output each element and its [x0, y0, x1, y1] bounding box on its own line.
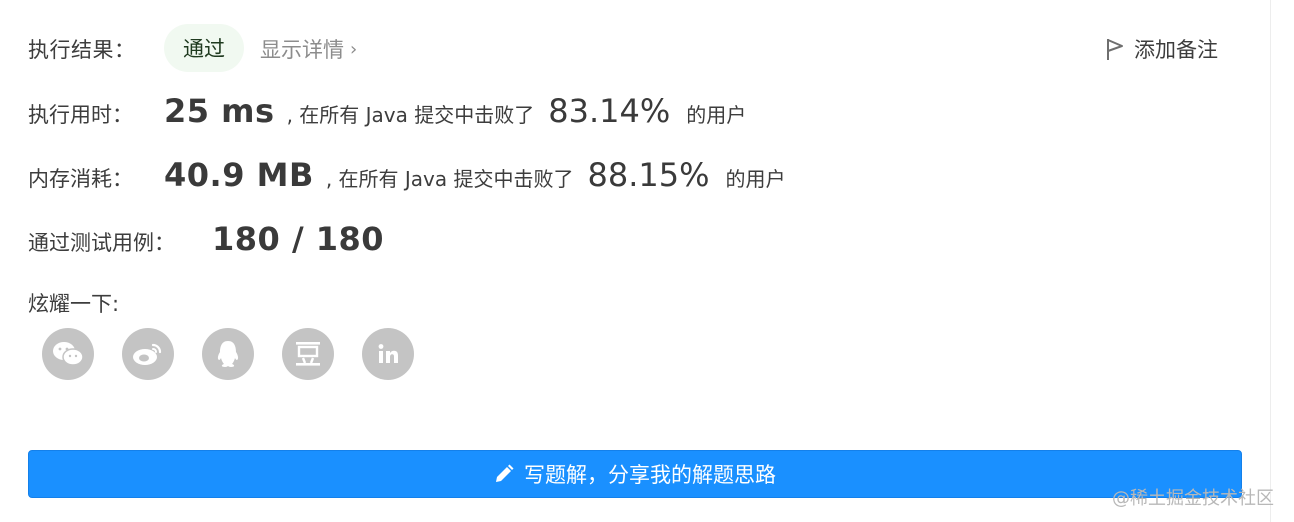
runtime-label: 执行用时： — [28, 103, 133, 127]
runtime-row: 执行用时： 25 ms , 在所有 Java 提交中击败了 83.14% 的用户 — [28, 92, 746, 136]
memory-percentile: 88.15% — [587, 156, 710, 194]
pencil-icon — [496, 464, 514, 482]
panel-divider — [1270, 0, 1271, 522]
testcases-value: 180 / 180 — [212, 220, 385, 258]
write-solution-label: 写题解，分享我的解题思路 — [524, 463, 776, 487]
memory-beat-text: , 在所有 Java 提交中击败了 — [325, 167, 574, 191]
flag-icon — [1107, 39, 1123, 60]
add-note-button[interactable]: 添加备注 — [1106, 34, 1218, 64]
show-details-link[interactable]: 显示详情 › — [260, 34, 357, 64]
wechat-icon[interactable] — [42, 328, 94, 380]
runtime-value: 25 ms — [164, 92, 275, 130]
submission-result-panel: 执行结果： 通过 显示详情 › 添加备注 执行用时： 25 ms , 在所有 J… — [0, 0, 1294, 522]
douban-icon[interactable] — [282, 328, 334, 380]
add-note-label: 添加备注 — [1134, 38, 1218, 62]
watermark: @稀土掘金技术社区 — [1112, 488, 1274, 509]
testcases-label: 通过测试用例： — [28, 231, 175, 255]
status-badge: 通过 — [164, 24, 244, 72]
show-details-label: 显示详情 — [260, 38, 344, 62]
share-icons — [42, 328, 414, 380]
chevron-right-icon: › — [350, 38, 358, 60]
testcases-row: 通过测试用例： 180 / 180 — [28, 220, 384, 264]
weibo-icon[interactable] — [122, 328, 174, 380]
runtime-tail-text: 的用户 — [686, 103, 747, 127]
memory-row: 内存消耗： 40.9 MB , 在所有 Java 提交中击败了 88.15% 的… — [28, 156, 786, 200]
share-label: 炫耀一下: — [28, 292, 120, 316]
write-solution-button[interactable]: 写题解，分享我的解题思路 — [28, 450, 1242, 498]
qq-icon[interactable] — [202, 328, 254, 380]
memory-tail-text: 的用户 — [725, 167, 786, 191]
result-label: 执行结果： — [28, 38, 136, 62]
runtime-beat-text: , 在所有 Java 提交中击败了 — [286, 103, 535, 127]
linkedin-icon[interactable] — [362, 328, 414, 380]
result-row: 执行结果： 通过 显示详情 › 添加备注 — [28, 22, 1238, 74]
memory-value: 40.9 MB — [164, 156, 314, 194]
runtime-percentile: 83.14% — [548, 92, 671, 130]
memory-label: 内存消耗： — [28, 167, 133, 191]
